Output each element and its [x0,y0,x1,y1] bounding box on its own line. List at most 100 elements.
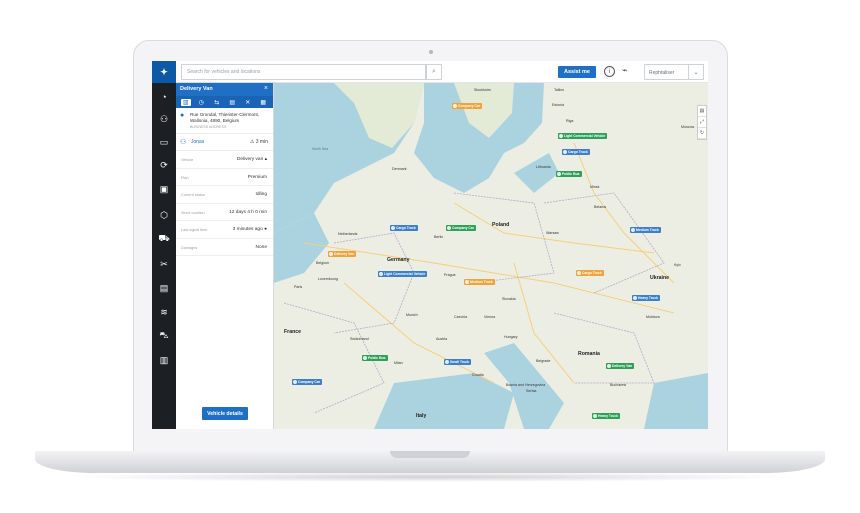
tools-icon[interactable]: ✂ [152,257,176,271]
map-label: Stockholm [474,88,491,92]
analytics-icon[interactable]: ▥ [152,353,176,367]
nav-rail: ✦ ◔ ⚇ ▭ ⟳ ▣ ⬡ ⛟ ✂ ▤ ≋ ⛍ ▥ [152,61,176,429]
map-label: Moscow [681,125,695,129]
info-row: Vehicle Delivery van ▴ [176,151,273,169]
vehicle-panel: Delivery Van × ▥ ◷ ⇆ ▤ ✕ ▦ ● Rue Grondal… [176,83,274,429]
map-label: Minsk [590,185,600,189]
user-menu[interactable]: Rephtaliser [644,64,689,80]
fleet-icon[interactable]: ⛟ [152,232,176,246]
map-label: Netherlands [338,232,358,236]
address-sub: BUSINESS ADDRESS [190,125,227,129]
driver-name[interactable]: Jonas [191,139,204,145]
panel-title: Delivery Van [180,86,213,92]
map-label: Berlin [434,235,444,239]
driver-row[interactable]: ⚇ Jonas ⚠ 3 min [176,134,273,151]
notification-icon[interactable]: ⌁ [622,65,627,76]
vehicle-marker[interactable]: Small Truck [444,359,472,365]
map-label: Munich [406,313,418,317]
close-icon[interactable]: × [264,85,268,92]
pin-icon: ● [180,112,185,119]
vehicle-marker[interactable]: Medium Truck [630,227,661,233]
marker-label: Delivery Van [334,252,355,256]
vehicles-icon[interactable]: ▣ [152,182,176,196]
vehicle-marker[interactable]: Cargo Truck [576,270,604,276]
tab-tools-icon[interactable]: ✕ [243,99,253,106]
tab-documents-icon[interactable]: ▤ [227,99,237,106]
map-view[interactable]: North Sea Estonia Lithuania Belarus Mins… [274,83,708,429]
vehicle-marker[interactable]: Cargo Truck [562,149,590,155]
panel-tabs: ▥ ◷ ⇆ ▤ ✕ ▦ [176,96,273,108]
vehicle-marker[interactable]: Company Car [452,103,483,109]
tab-details-icon[interactable]: ▥ [180,98,191,106]
logo-icon[interactable]: ✦ [152,61,176,83]
tab-history-icon[interactable]: ◷ [196,99,206,106]
country-label: Ukraine [650,275,670,281]
marker-label: Heavy Truck [638,296,658,300]
search-input[interactable]: Search for vehicles and locations [181,64,426,80]
map-label: Switzerland [350,337,369,341]
vehicle-marker[interactable]: Company Car [446,225,477,231]
info-icon[interactable]: i [604,66,615,77]
routes-icon[interactable]: ⟳ [152,158,176,172]
chevron-down-icon[interactable]: ⌄ [689,64,704,80]
map-label: Czechia [454,315,467,319]
map-label: Belgium [316,261,329,265]
person-icon: ⚇ [180,139,187,146]
map-label: Kyiv [674,263,681,267]
country-label: Germany [387,257,410,263]
marker-label: Light Commercial Vehicle [564,134,606,138]
dashboard-icon[interactable]: ◔ [152,90,176,104]
map-toolbar: ▤ ⤢ ↻ [697,105,707,140]
tab-calendar-icon[interactable]: ▦ [258,99,268,106]
info-row: Last signal time 3 minutes ago ● [176,221,273,239]
vehicle-marker[interactable]: Heavy Truck [592,413,620,419]
vehicle-details-button[interactable]: Vehicle details [202,407,248,420]
fullscreen-icon[interactable]: ⤢ [698,117,706,128]
top-bar: Search for vehicles and locations ⌕ Assi… [176,61,708,83]
info-key: Damages [181,245,198,250]
vehicle-marker[interactable]: Delivery Van [328,251,357,257]
vehicle-marker[interactable]: Public Bus [362,355,388,361]
vehicle-marker[interactable]: Medium Truck [464,279,495,285]
info-value[interactable]: Delivery van ▴ [237,157,267,162]
info-key: Current status [181,193,205,197]
layers-icon[interactable]: ≋ [152,305,176,319]
country-label: France [284,329,302,335]
marker-label: Company Car [298,380,321,384]
assist-button[interactable]: Assist me [558,66,596,78]
panel-header: Delivery Van × [176,83,273,96]
vehicle-marker[interactable]: Heavy Truck [632,295,660,301]
tab-routes-icon[interactable]: ⇆ [212,99,222,106]
marker-label: Light Commercial Vehicle [384,272,426,276]
vehicle-marker[interactable]: Light Commercial Vehicle [378,271,428,277]
marker-label: Cargo Truck [568,150,588,154]
marker-label: Cargo Truck [582,271,602,275]
info-row: Plan Premium [176,169,273,186]
map-label: Paris [294,285,303,289]
vehicle-marker[interactable]: Public Bus [556,171,582,177]
refresh-icon[interactable]: ↻ [698,128,706,139]
vehicle-marker[interactable]: Company Car [292,379,323,385]
packages-icon[interactable]: ⬡ [152,208,176,222]
user-icon[interactable]: ⚇ [152,112,176,126]
vehicle-marker[interactable]: Cargo Truck [390,225,418,231]
map-label: Hungary [504,335,518,339]
map-label: Serbia [526,389,537,393]
messages-icon[interactable]: ▭ [152,135,176,149]
map-label: Bucharest [610,383,627,387]
map-label: North Sea [312,147,329,151]
map-label: Milan [394,361,403,365]
map-label: Denmark [392,167,407,171]
info-value: None [255,244,267,250]
map-label: Belarus [594,205,607,209]
cars-icon[interactable]: ⛍ [152,329,176,343]
map-label: Croatia [472,373,484,377]
vehicle-marker[interactable]: Light Commercial Vehicle [558,133,608,139]
search-icon[interactable]: ⌕ [426,64,442,80]
reports-icon[interactable]: ▤ [152,281,176,295]
info-key: Since location [181,210,205,215]
layers-icon[interactable]: ▤ [698,106,706,117]
laptop-shadow [60,472,800,482]
marker-label: Medium Truck [470,280,493,284]
vehicle-marker[interactable]: Delivery Van [606,363,635,369]
